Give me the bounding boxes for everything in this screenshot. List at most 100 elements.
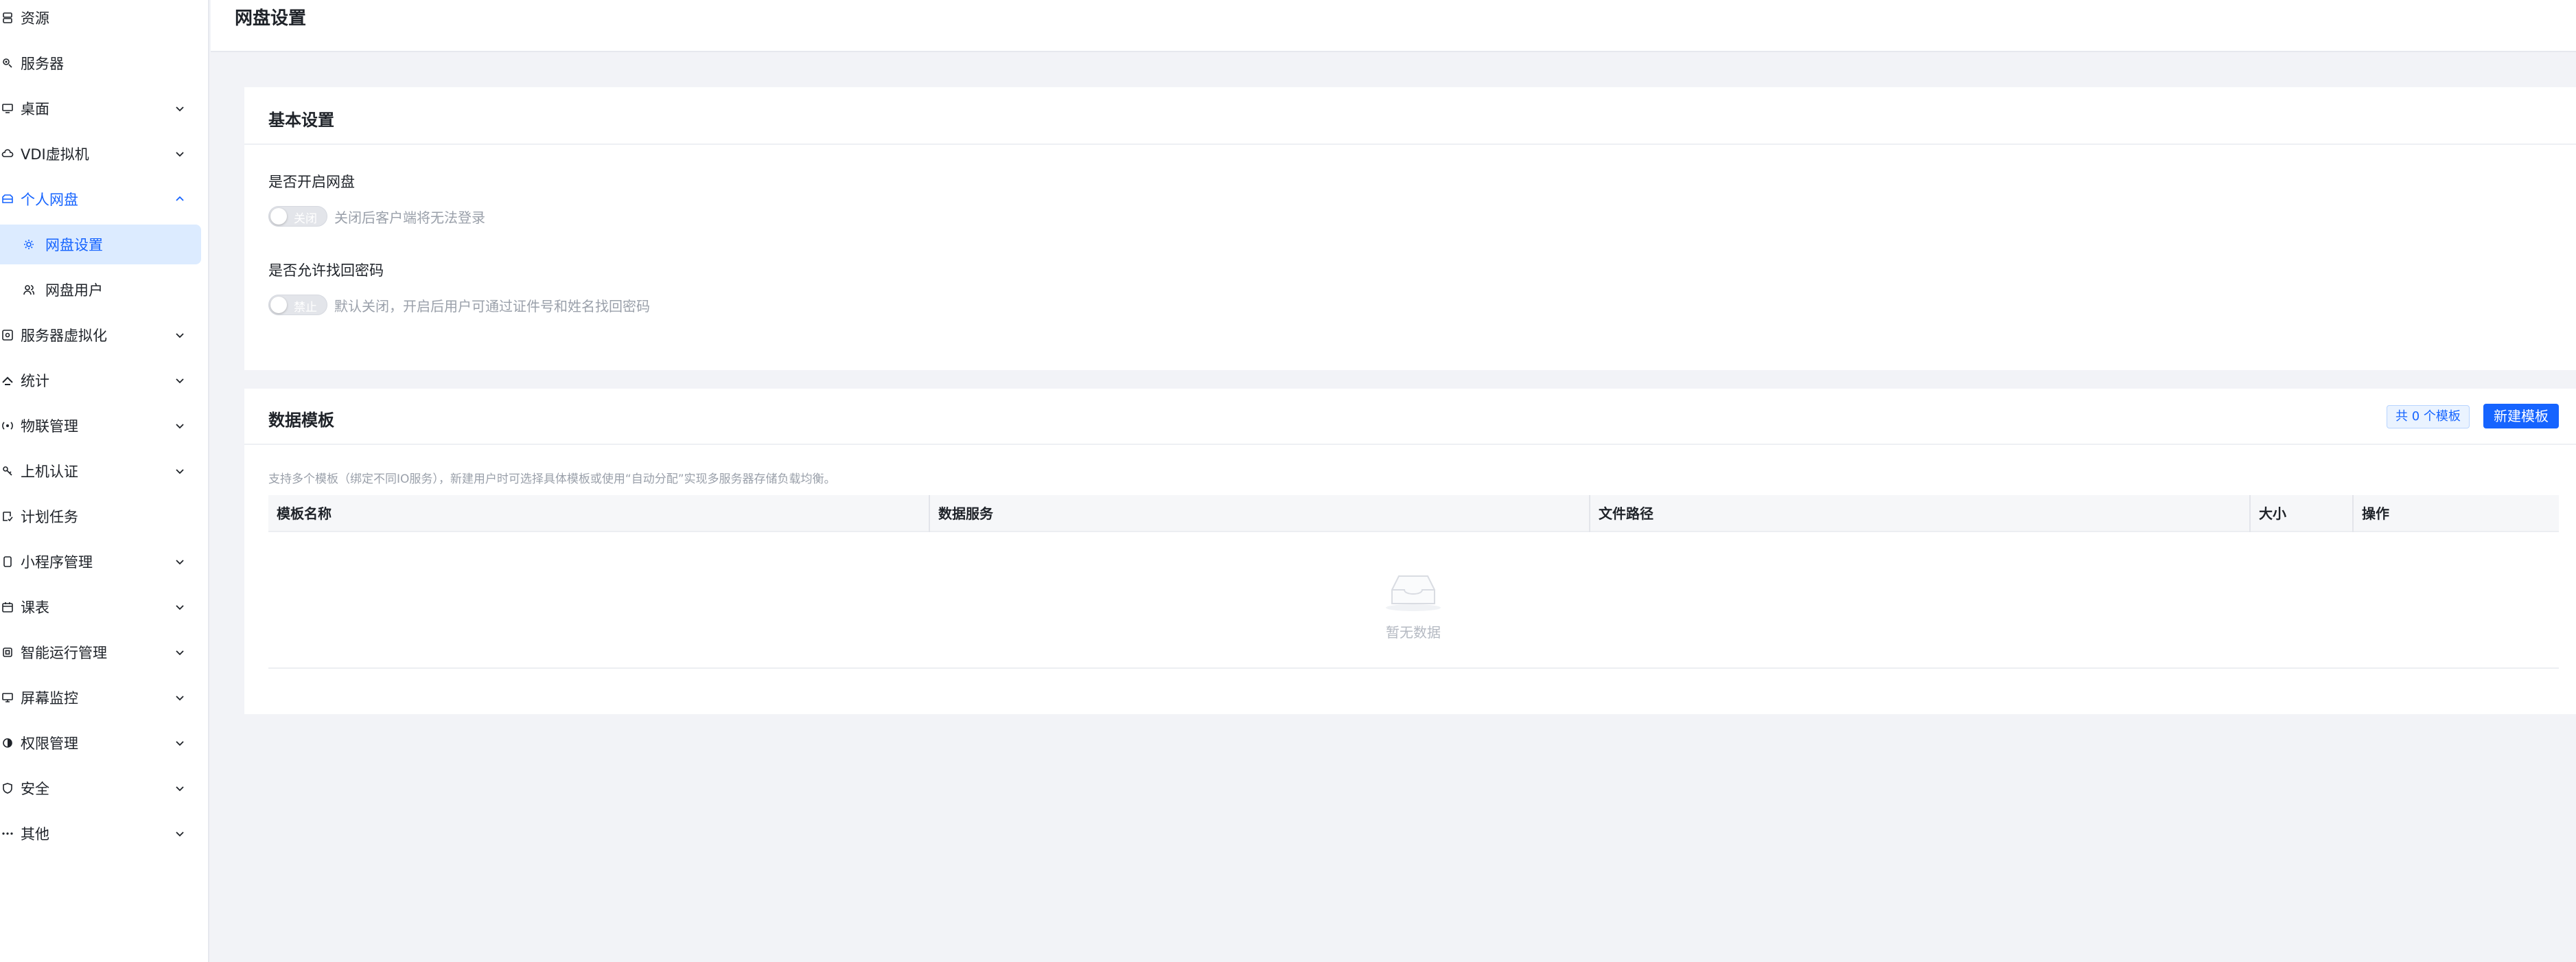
allow-reset-switch[interactable]: 禁止 [268,295,327,315]
desktop-icon [0,101,15,116]
auth-icon [0,463,15,479]
page-header: 网盘设置 [211,0,2576,52]
card-title: 基本设置 [268,111,334,130]
drive-icon [0,192,15,207]
chevron-down-icon [176,741,184,746]
sidebar-item-label: 桌面 [21,101,49,117]
switch-knob [270,208,287,225]
chevron-down-icon [176,650,184,656]
calendar-icon [0,599,15,615]
sidebar-item-drive-settings[interactable]: 网盘设置 [0,225,201,264]
enable-drive-switch[interactable]: 关闭 [268,206,327,227]
switch-text: 关闭 [294,212,317,226]
iot-icon [0,418,15,433]
sidebar-item-label: 课表 [21,599,49,616]
app-root: 资源 服务器 桌面 VDI虚拟机 个人网盘 网盘设置 网盘用户 服务器虚拟化 统… [0,0,2576,962]
sidebar-item-vdi[interactable]: VDI虚拟机 [0,134,209,174]
sidebar-item-login-auth[interactable]: 上机认证 [0,451,209,491]
column-header-size[interactable]: 大小 [2249,495,2352,532]
sidebar-item-label: 安全 [21,781,49,797]
table-header: 模板名称 数据服务 文件路径 大小 操作 [268,495,2559,532]
chevron-down-icon [176,605,184,610]
sidebar-item-label: 物联管理 [21,418,78,435]
basic-settings-card: 基本设置 是否开启网盘 关闭 关闭后客户端将无法登录 是否允许找回密码 禁止 默… [244,87,2576,370]
sidebar-item-label: 屏幕监控 [21,690,78,707]
sidebar-item-miniapp[interactable]: 小程序管理 [0,542,209,582]
column-header-actions[interactable]: 操作 [2352,495,2559,532]
switch-knob [270,297,287,313]
chevron-down-icon [176,424,184,429]
chevron-down-icon [176,333,184,339]
cloud-icon [0,146,15,161]
sidebar-item-label: 其他 [21,826,49,843]
sidebar-item-drive-users[interactable]: 网盘用户 [0,270,209,310]
card-header: 数据模板 共 0 个模板 新建模板 [244,389,2576,445]
enable-drive-label: 是否开启网盘 [268,174,355,190]
sidebar-item-resources[interactable]: 资源 [0,0,209,38]
sidebar-item-label: 网盘用户 [45,282,103,299]
allow-reset-hint: 默认关闭，开启后用户可通过证件号和姓名找回密码 [334,298,650,314]
card-title: 数据模板 [268,411,334,430]
sidebar-item-label: 网盘设置 [45,237,103,253]
sidebar-item-server-virtualization[interactable]: 服务器虚拟化 [0,315,209,355]
sidebar-item-smart-ops[interactable]: 智能运行管理 [0,632,209,672]
sidebar-item-label: 计划任务 [21,509,78,525]
sidebar-item-label: 个人网盘 [21,192,78,208]
sidebar-item-label: 小程序管理 [21,554,93,571]
sidebar-item-security[interactable]: 安全 [0,768,209,808]
chevron-down-icon [176,469,184,474]
sidebar-item-desktop[interactable]: 桌面 [0,89,209,128]
column-header-file-path[interactable]: 文件路径 [1589,495,2249,532]
sidebar-item-server[interactable]: 服务器 [0,43,209,83]
table-empty-state: 暂无数据 [268,532,2559,669]
chevron-down-icon [176,152,184,157]
chevron-down-icon [176,696,184,701]
more-icon [0,826,15,841]
gear-icon [21,237,36,252]
sidebar-item-scheduled-tasks[interactable]: 计划任务 [0,496,209,536]
empty-text: 暂无数据 [1386,624,1441,641]
enable-drive-hint: 关闭后客户端将无法登录 [334,209,485,226]
users-icon [21,282,36,297]
chevron-down-icon [176,832,184,837]
server-icon [0,56,15,71]
sidebar-item-label: 统计 [21,373,49,389]
chevron-down-icon [176,378,184,384]
sidebar-item-other[interactable]: 其他 [0,814,209,854]
templates-description: 支持多个模板（绑定不同IO服务），新建用户时可选择具体模板或使用“自动分配”实现… [268,472,836,486]
chevron-down-icon [176,786,184,792]
miniapp-icon [0,554,15,569]
column-header-data-service[interactable]: 数据服务 [929,495,1589,532]
sidebar-item-permissions[interactable]: 权限管理 [0,723,209,763]
page-title: 网盘设置 [235,8,307,29]
templates-table: 模板名称 数据服务 文件路径 大小 操作 暂无数据 [268,495,2559,670]
chevron-down-icon [176,106,184,112]
sidebar: 资源 服务器 桌面 VDI虚拟机 个人网盘 网盘设置 网盘用户 服务器虚拟化 统… [0,0,209,962]
card-header: 基本设置 [244,87,2576,145]
sidebar-item-iot[interactable]: 物联管理 [0,406,209,446]
task-icon [0,509,15,524]
template-count-badge: 共 0 个模板 [2387,405,2470,428]
sidebar-item-personal-drive[interactable]: 个人网盘 [0,179,209,219]
column-header-name[interactable]: 模板名称 [268,495,929,532]
data-templates-card: 数据模板 共 0 个模板 新建模板 支持多个模板（绑定不同IO服务），新建用户时… [244,389,2576,714]
virtualization-icon [0,328,15,343]
empty-inbox-icon [1386,575,1441,611]
switch-text: 禁止 [294,301,317,314]
chevron-up-icon [176,196,184,201]
sidebar-item-label: 服务器虚拟化 [21,328,107,344]
permission-icon [0,735,15,751]
sidebar-item-timetable[interactable]: 课表 [0,587,209,627]
allow-reset-label: 是否允许找回密码 [268,262,384,279]
sidebar-item-label: 服务器 [21,56,64,72]
new-template-button[interactable]: 新建模板 [2483,404,2559,428]
sidebar-item-statistics[interactable]: 统计 [0,360,209,400]
database-icon [0,10,15,25]
sidebar-item-label: 权限管理 [21,735,78,752]
monitor-icon [0,690,15,705]
sidebar-item-label: 资源 [21,10,49,27]
stats-icon [0,373,15,388]
shield-icon [0,781,15,796]
sidebar-item-label: 上机认证 [21,463,78,480]
sidebar-item-screen-monitor[interactable]: 屏幕监控 [0,678,209,718]
